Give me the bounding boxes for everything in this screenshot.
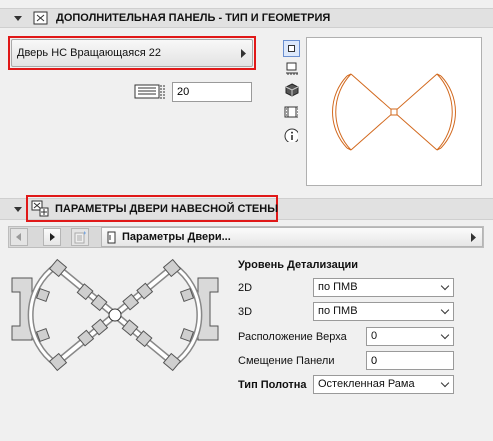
door-plan-diagram xyxy=(11,258,219,372)
3d-detail-select[interactable]: по ПМВ xyxy=(313,302,454,321)
chevron-down-icon xyxy=(440,305,450,315)
arrow-right-icon xyxy=(50,233,55,241)
door-page-icon xyxy=(107,231,116,244)
collapse-arrow-icon[interactable] xyxy=(14,16,22,21)
arrow-left-icon xyxy=(16,233,21,241)
previous-page-button[interactable] xyxy=(10,228,28,246)
leaf-type-label: Тип Полотна xyxy=(238,379,307,391)
view-mode-2d-button[interactable] xyxy=(283,40,300,57)
chevron-down-icon xyxy=(440,281,450,291)
page-selector-dropdown[interactable]: Параметры Двери... xyxy=(101,227,483,247)
collapse-arrow-icon[interactable] xyxy=(14,207,22,212)
top-position-label: Расположение Верха xyxy=(238,331,347,343)
info-icon[interactable] xyxy=(284,128,298,142)
chevron-right-icon xyxy=(471,233,476,242)
chevron-down-icon xyxy=(440,378,450,388)
panel-settings-icon xyxy=(33,11,48,25)
page-selector-label: Параметры Двери... xyxy=(122,231,231,243)
door-params-icon xyxy=(31,200,49,217)
section-view-icon[interactable] xyxy=(285,62,299,76)
panel-offset-label: Смещение Панели xyxy=(238,355,335,367)
page-list-icon xyxy=(74,231,86,244)
chevron-right-icon xyxy=(241,49,246,58)
square-icon xyxy=(288,45,295,52)
top-position-value: 0 xyxy=(371,330,378,342)
3d-box-icon[interactable] xyxy=(285,83,299,97)
geometry-panel-header[interactable]: ДОПОЛНИТЕЛЬНАЯ ПАНЕЛЬ - ТИП И ГЕОМЕТРИЯ xyxy=(0,8,493,28)
top-position-select[interactable]: 0 xyxy=(366,327,454,346)
door-plan-preview xyxy=(306,37,482,186)
2d-label: 2D xyxy=(238,282,253,294)
detail-level-heading: Уровень Детализации xyxy=(238,259,358,271)
3d-label: 3D xyxy=(238,306,253,318)
chevron-down-icon xyxy=(440,330,450,340)
2d-detail-value: по ПМВ xyxy=(318,281,358,293)
page-list-button[interactable] xyxy=(71,228,89,246)
3d-detail-value: по ПМВ xyxy=(318,305,358,317)
door-width-icon xyxy=(134,84,165,99)
film-strip-icon[interactable] xyxy=(284,105,298,119)
leaf-type-value: Остекленная Рама xyxy=(318,378,415,390)
door-type-label: Дверь НС Вращающаяся 22 xyxy=(17,47,161,59)
panel-offset-input[interactable] xyxy=(366,351,454,370)
next-page-button[interactable] xyxy=(43,228,61,246)
geometry-panel-title: ДОПОЛНИТЕЛЬНАЯ ПАНЕЛЬ - ТИП И ГЕОМЕТРИЯ xyxy=(56,12,331,24)
door-width-input[interactable] xyxy=(172,82,252,102)
revolving-door-plan-drawing xyxy=(332,73,456,151)
2d-detail-select[interactable]: по ПМВ xyxy=(313,278,454,297)
leaf-type-select[interactable]: Остекленная Рама xyxy=(313,375,454,394)
door-type-dropdown[interactable]: Дверь НС Вращающаяся 22 xyxy=(11,39,253,67)
door-params-title: ПАРАМЕТРЫ ДВЕРИ НАВЕСНОЙ СТЕНЫ xyxy=(55,203,278,215)
